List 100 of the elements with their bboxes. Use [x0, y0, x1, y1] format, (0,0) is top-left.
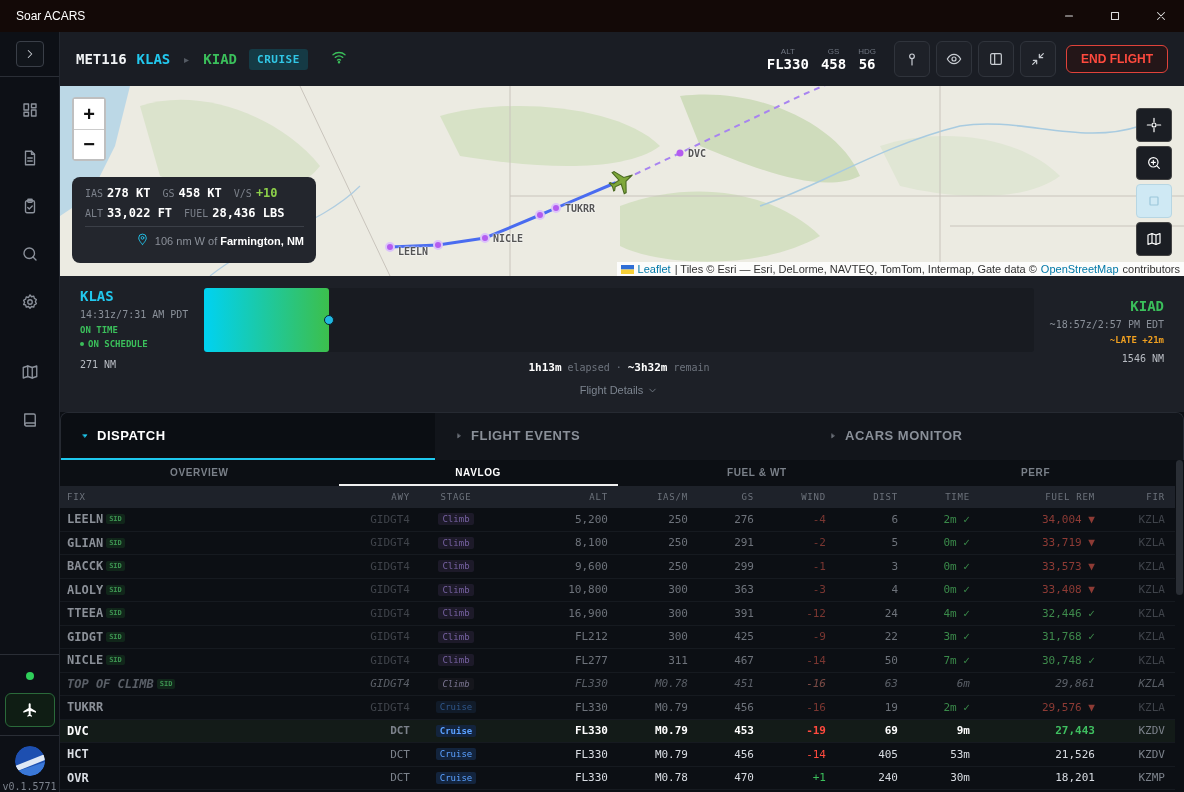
- table-cell-text: 300: [667, 583, 688, 597]
- table-cell-text: -3: [811, 583, 826, 597]
- table-cell-text: 456: [733, 700, 754, 714]
- table-cell-text: 16,900: [567, 606, 608, 620]
- telemetry-label: ALT: [85, 208, 104, 219]
- location-text: 106 nm W of Farmington, NM: [154, 234, 304, 247]
- table-cell-text: 10,800: [567, 583, 608, 597]
- zoom-out-button[interactable]: −: [74, 129, 104, 159]
- table-cell-text: 34,004 ▼: [1041, 512, 1095, 526]
- column-header: WIND: [800, 492, 826, 502]
- map-icon: [1146, 231, 1162, 247]
- zoom-button[interactable]: [1136, 146, 1172, 180]
- map-view-button[interactable]: [1136, 222, 1172, 256]
- tab[interactable]: DISPATCH: [61, 413, 435, 460]
- destination-code: KIAD: [1130, 298, 1164, 314]
- table-cell-text: 300: [667, 630, 688, 644]
- stage-tag: Climb: [438, 513, 474, 526]
- waypoint-marker[interactable]: [433, 240, 443, 250]
- flight-details-toggle[interactable]: Flight Details: [579, 384, 659, 396]
- waypoint-marker[interactable]: [385, 242, 395, 252]
- table-cell-text: KZMP: [1137, 771, 1165, 785]
- eye-icon: [946, 51, 962, 67]
- table-cell-text: KZDV: [1137, 724, 1165, 738]
- stage-tag: Climb: [438, 677, 474, 690]
- table-cell-text: 29,861: [1054, 677, 1095, 691]
- table-cell-text: 240: [877, 771, 898, 785]
- subtab[interactable]: PERF: [896, 460, 1175, 486]
- subtab[interactable]: FUEL & WT: [617, 460, 897, 486]
- collapse-button[interactable]: [1020, 41, 1056, 77]
- distance-flown: 271 NM: [80, 359, 118, 370]
- table-cell-text: 6: [890, 512, 898, 526]
- origin-code: KLAS: [136, 51, 171, 67]
- column-header: ALT: [588, 492, 608, 502]
- table-cell-text: 9m: [955, 724, 970, 738]
- table-cell-text: 453: [733, 724, 754, 738]
- table-cell-text: 53m: [949, 747, 970, 761]
- subtab[interactable]: OVERVIEW: [60, 460, 339, 486]
- table-cell-text: 300: [667, 606, 688, 620]
- panel-button[interactable]: [978, 41, 1014, 77]
- pin-button[interactable]: [894, 41, 930, 77]
- table-cell-text: M0.78: [653, 771, 688, 785]
- aircraft-icon: [608, 171, 634, 195]
- version-label: v0.1.5771: [2, 781, 57, 792]
- table-cell-text: -14: [805, 747, 826, 761]
- table-row[interactable]: HCT DCT Cruise FL330 M0.79 456 -14 405 53m 21,526 KZDV: [60, 743, 1175, 767]
- end-flight-button[interactable]: END FLIGHT: [1066, 45, 1168, 73]
- stage-tag: Climb: [438, 654, 474, 667]
- leaflet-link[interactable]: Leaflet: [637, 263, 671, 275]
- locate-button[interactable]: [1136, 108, 1172, 142]
- column-header: FIR: [1145, 492, 1165, 502]
- elapsed-label: elapsed: [567, 362, 610, 373]
- table-cell-text: -14: [805, 653, 826, 667]
- table-row[interactable]: OVR DCT Cruise FL330 M0.78 470 +1 240 30m 18,201 KZMP: [60, 766, 1175, 790]
- fix-name: NICLE: [67, 653, 104, 668]
- caret-right-icon: [829, 432, 837, 440]
- table-cell-text: 0m ✓: [942, 559, 970, 573]
- table-cell-text: 425: [733, 630, 754, 644]
- table-cell-text: 3: [890, 559, 898, 573]
- telemetry-label: V/S: [233, 188, 252, 199]
- telemetry-value: 458 KT: [178, 186, 222, 200]
- view-button[interactable]: [936, 41, 972, 77]
- waypoint-marker[interactable]: [480, 233, 490, 243]
- location-pin-icon: [135, 233, 149, 246]
- table-cell-text: 250: [667, 512, 688, 526]
- table-cell-text: FL330: [573, 724, 608, 738]
- table-cell-text: 69: [883, 724, 898, 738]
- connection-status-dot: [25, 672, 34, 680]
- waypoint-label: NICLE: [493, 233, 524, 244]
- column-header: STAGE: [439, 492, 473, 502]
- table-row[interactable]: DVC DCT Cruise FL330 M0.79 453 -19 69 9m 27,443 KZDV: [60, 719, 1175, 743]
- table-cell-text: 5,200: [573, 512, 608, 526]
- telemetry-value: +10: [255, 186, 278, 200]
- origin-code: KLAS: [80, 288, 115, 304]
- waypoint-marker[interactable]: [551, 203, 561, 213]
- telemetry-label: GS: [162, 188, 175, 199]
- remaining-label: remain: [673, 362, 710, 373]
- table-cell-text: KZLA: [1137, 677, 1165, 691]
- table-cell-text: -19: [805, 724, 826, 738]
- search-icon: [20, 245, 39, 263]
- distance-remaining: 1546 NM: [1121, 353, 1164, 364]
- table-cell-text: KZDV: [1137, 747, 1165, 761]
- stat-value: 56: [858, 55, 876, 72]
- table-cell-text: 4m ✓: [942, 606, 970, 620]
- flight-button[interactable]: [4, 693, 55, 727]
- waypoint-marker[interactable]: [535, 210, 545, 220]
- table-cell-text: GIDGT4: [369, 677, 410, 691]
- scrollbar-thumb[interactable]: [1176, 460, 1183, 595]
- table-cell-text: 33,719 ▼: [1041, 536, 1095, 550]
- table-cell-text: 311: [667, 653, 688, 667]
- telemetry-label: IAS: [85, 188, 104, 199]
- table-cell-text: 456: [733, 747, 754, 761]
- openstreetmap-link[interactable]: OpenStreetMap: [1040, 263, 1119, 275]
- stage-tag: Climb: [438, 583, 474, 596]
- dashboard-icon: [20, 101, 39, 119]
- avatar[interactable]: [14, 746, 45, 776]
- waypoint-marker[interactable]: [676, 149, 684, 157]
- crosshair-icon: [1146, 117, 1162, 133]
- table-cell-text: 3m ✓: [942, 630, 970, 644]
- table-cell-text: 21,526: [1054, 747, 1095, 761]
- table-cell-text: FL277: [573, 653, 608, 667]
